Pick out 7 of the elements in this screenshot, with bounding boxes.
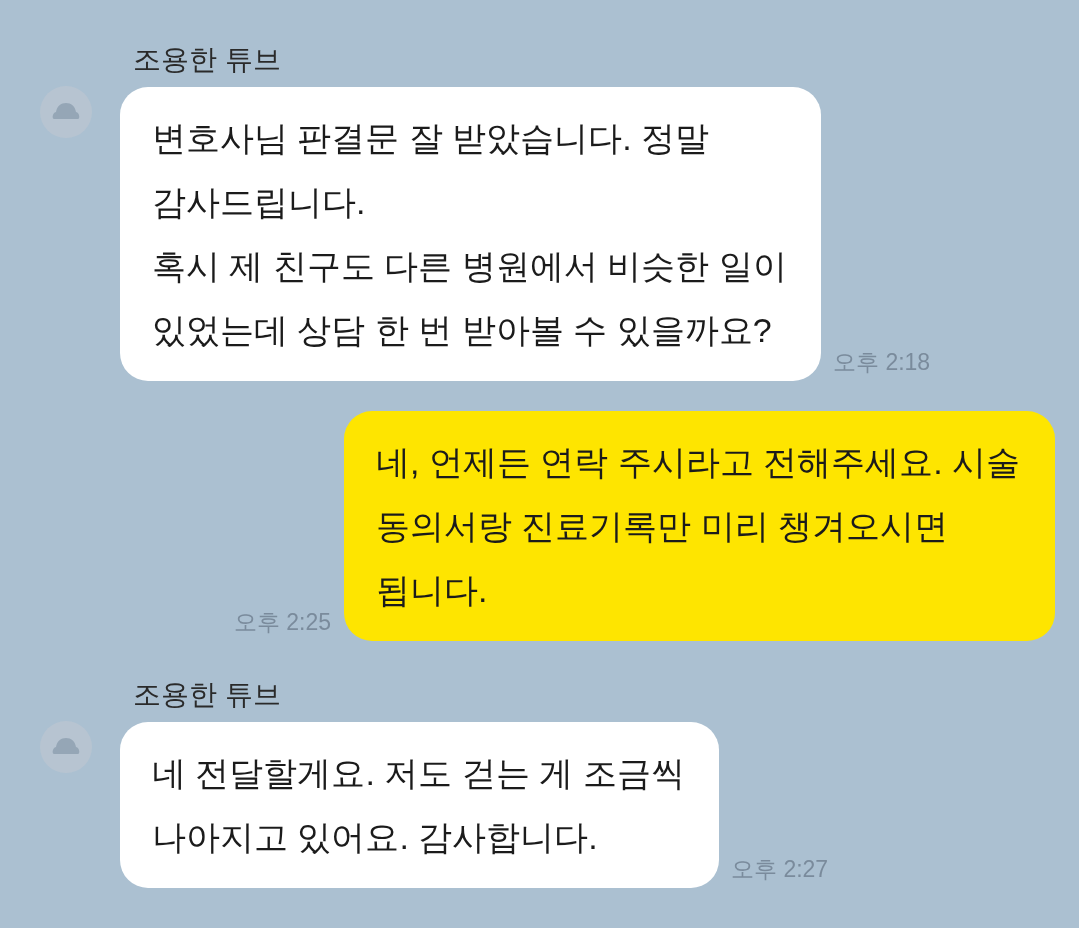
message-bubble: 네, 언제든 연락 주시라고 전해주세요. 시술 동의서랑 진료기록만 미리 챙겨오시면 됩니다.: [344, 411, 1055, 641]
sender-name: 조용한 튜브: [133, 679, 281, 711]
sender-name: 조용한 튜브: [133, 44, 281, 76]
avatar-icon[interactable]: [40, 721, 92, 773]
message-bubble: 네 전달할게요. 저도 걷는 게 조금씩 나아지고 있어요. 감사합니다.: [120, 722, 719, 888]
message-bubble: 변호사님 판결문 잘 받았습니다. 정말 감사드립니다. 혹시 제 친구도 다른 병원에서 비슷한 일이 있었는데 상담 한 번 받아볼 수 있을까요?: [120, 87, 821, 381]
avatar-icon[interactable]: [40, 86, 92, 138]
